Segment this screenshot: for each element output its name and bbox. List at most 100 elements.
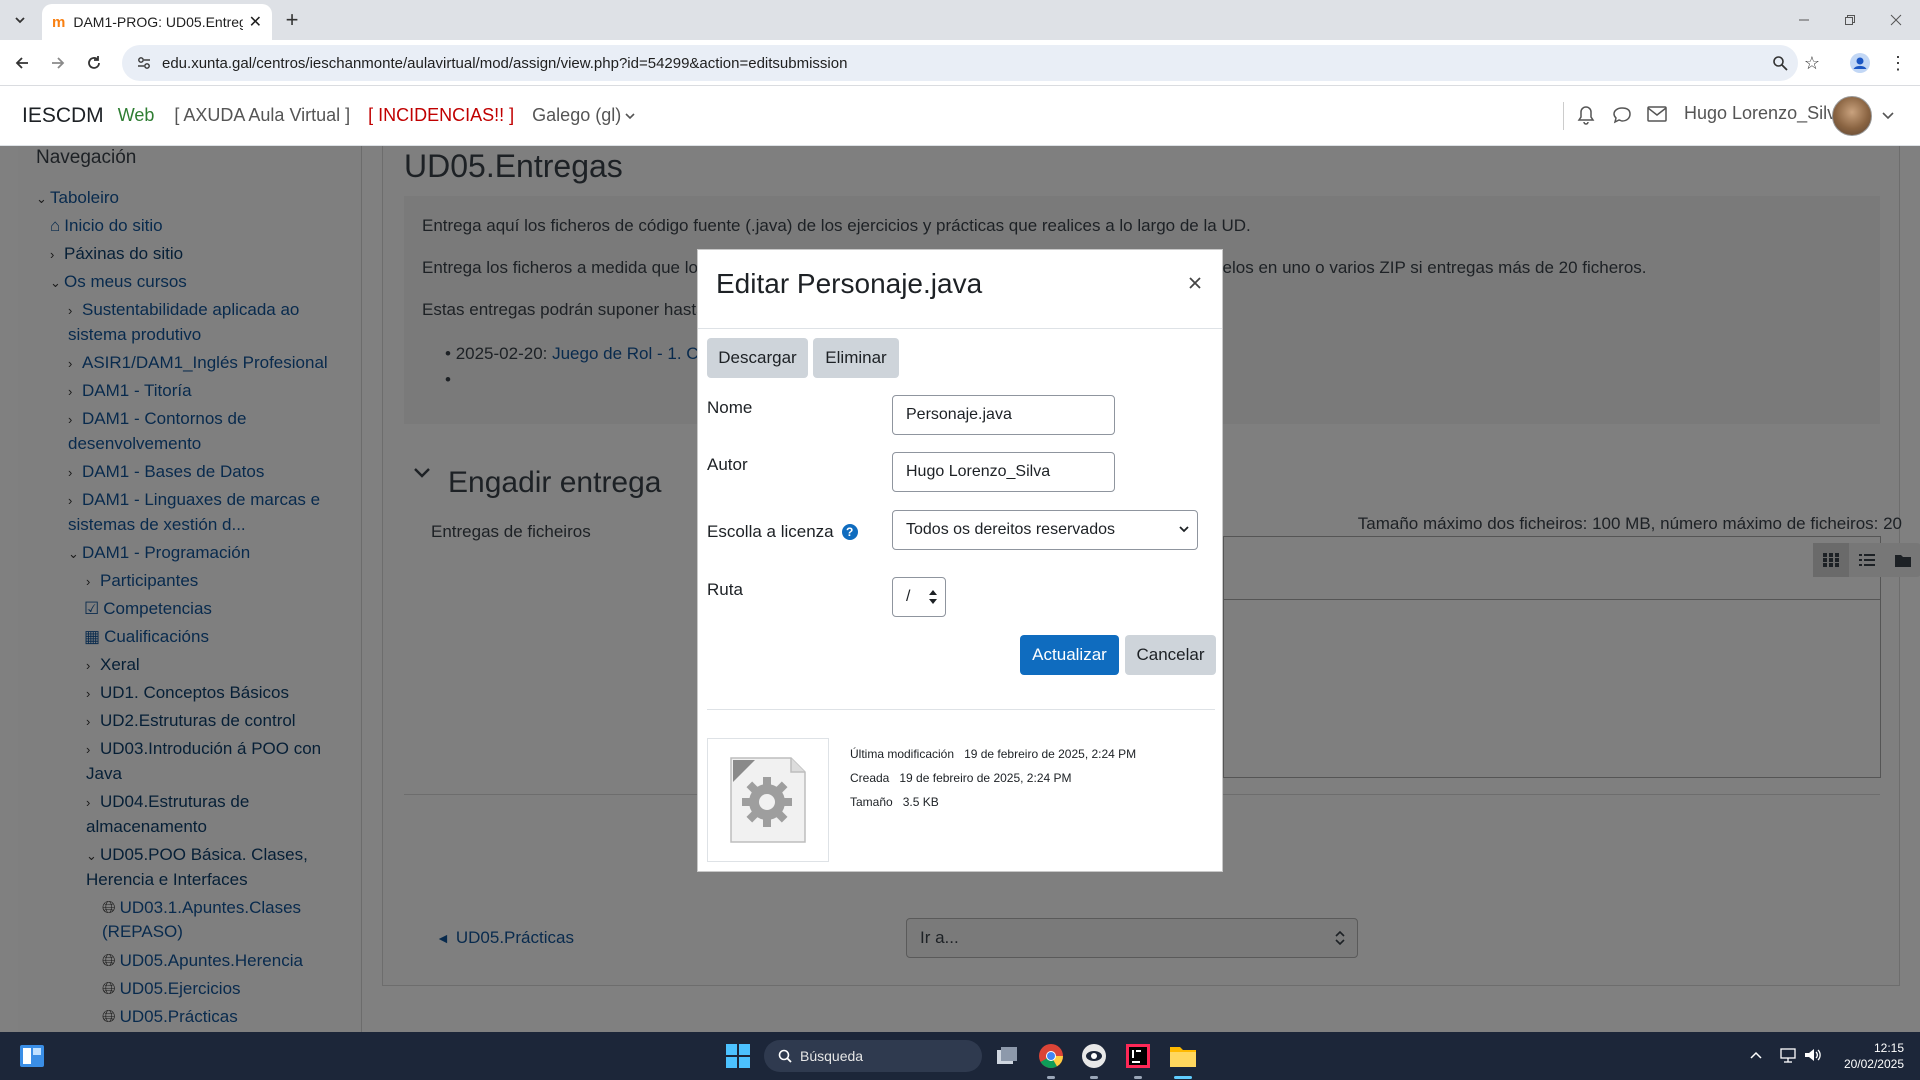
browser-tab[interactable]: m DAM1-PROG: UD05.Entregas - ✕ xyxy=(42,4,272,40)
list-view-icon[interactable] xyxy=(1849,543,1885,577)
close-icon[interactable] xyxy=(1188,276,1202,290)
nav-item-apuntes-herencia[interactable]: 🌐︎ UD05.Apuntes.Herencia xyxy=(102,949,303,973)
update-button[interactable]: Actualizar xyxy=(1020,635,1119,675)
mail-icon[interactable] xyxy=(1647,106,1667,122)
nav-item-practicas[interactable]: 🌐︎ UD05.Prácticas xyxy=(102,1005,238,1029)
profile-icon[interactable] xyxy=(1846,49,1874,77)
chevron-down-icon xyxy=(625,111,635,121)
nav-item-participants[interactable]: › Participantes xyxy=(86,569,198,594)
nav-item-apuntes-clases[interactable]: 🌐︎ UD03.1.Apuntes.Clases (REPASO) xyxy=(102,896,358,944)
nav-item-home[interactable]: ⌂ Inicio do sitio xyxy=(50,214,163,238)
task-view-icon[interactable] xyxy=(995,1044,1019,1068)
tray-chevron-up-icon[interactable] xyxy=(1750,1050,1762,1060)
file-explorer-icon[interactable] xyxy=(1170,1044,1196,1068)
author-field[interactable]: Hugo Lorenzo_Silva xyxy=(892,452,1115,492)
user-name[interactable]: Hugo Lorenzo_Silva xyxy=(1684,103,1846,124)
nav-item-my-courses[interactable]: ⌄ Os meus cursos xyxy=(50,270,187,295)
prev-activity-link[interactable]: ◄ UD05.Prácticas xyxy=(436,928,574,948)
jump-to-value: Ir a... xyxy=(920,928,959,947)
section-collapse-chevron-icon[interactable] xyxy=(413,466,431,480)
minimize-icon[interactable] xyxy=(1790,6,1818,34)
tab-close-icon[interactable]: ✕ xyxy=(249,12,262,32)
bell-icon[interactable] xyxy=(1576,104,1596,126)
dialog-header-divider xyxy=(698,328,1222,329)
nav-item-course-sustentabilidade[interactable]: › Sustentabilidade aplicada ao sistema pro… xyxy=(68,298,358,347)
incidents-link[interactable]: [ INCIDENCIAS!! ] xyxy=(368,105,514,126)
web-link[interactable]: Web xyxy=(118,105,155,126)
site-name[interactable]: IESCDM xyxy=(22,104,104,128)
nav-item-course-ingles[interactable]: › ASIR1/DAM1_Inglés Profesional xyxy=(68,351,328,376)
tab-title: DAM1-PROG: UD05.Entregas - xyxy=(73,14,242,30)
reload-icon[interactable] xyxy=(80,49,108,77)
site-info-icon[interactable] xyxy=(136,55,152,71)
bookmark-star-icon[interactable]: ☆ xyxy=(1798,49,1826,77)
network-icon[interactable] xyxy=(1780,1047,1798,1063)
edit-file-dialog: Editar Personaje.java Descargar Eliminar… xyxy=(697,249,1223,872)
widgets-icon[interactable] xyxy=(20,1045,44,1067)
nav-item-course-programacion[interactable]: ⌄ DAM1 - Programación xyxy=(68,541,250,566)
nav-item-site-pages[interactable]: › Páxinas do sitio xyxy=(50,242,183,267)
globe-icon: 🌐︎ xyxy=(102,898,116,917)
restore-icon[interactable] xyxy=(1836,6,1864,34)
help-icon[interactable]: ? xyxy=(841,524,858,540)
list-item: • xyxy=(445,370,451,389)
nav-item-course-contornos[interactable]: › DAM1 - Contornos de desenvolvemento xyxy=(68,407,358,456)
nav-item-ejercicios[interactable]: 🌐︎ UD05.Ejercicios xyxy=(102,977,241,1001)
new-tab-icon[interactable]: + xyxy=(278,6,306,34)
clock[interactable]: 12:15 20/02/2025 xyxy=(1830,1040,1904,1072)
folder-view-icon[interactable] xyxy=(1885,543,1920,577)
browser-menu-icon[interactable]: ⋮ xyxy=(1884,49,1912,77)
list-link[interactable]: Juego de Rol - 1. C xyxy=(552,344,698,363)
intro-paragraph-2b: rímelos en uno o varios ZIP si entregas … xyxy=(1198,258,1647,277)
windows-start-icon[interactable] xyxy=(726,1044,750,1068)
nav-item-course-bases-datos[interactable]: › DAM1 - Bases de Datos xyxy=(68,460,264,485)
nav-item-label: Java xyxy=(86,764,122,783)
nav-item-xeral[interactable]: › Xeral xyxy=(86,653,140,678)
help-link[interactable]: [ AXUDA Aula Virtual ] xyxy=(174,105,350,126)
nav-item-label: UD1. Conceptos Básicos xyxy=(100,683,289,702)
address-bar[interactable]: edu.xunta.gal/centros/ieschanmonte/aulav… xyxy=(122,45,1798,81)
jump-to-select[interactable]: Ir a... xyxy=(906,918,1358,958)
cancel-button[interactable]: Cancelar xyxy=(1125,635,1216,675)
language-menu[interactable]: Galego (gl) xyxy=(532,105,635,126)
name-field[interactable]: Personaje.java xyxy=(892,395,1115,435)
license-select[interactable]: Todos os dereitos reservados xyxy=(892,510,1198,550)
grid-view-icon[interactable] xyxy=(1813,543,1849,577)
nav-item-dashboard[interactable]: ⌄ Taboleiro xyxy=(36,186,119,211)
user-menu-chevron-icon[interactable] xyxy=(1882,111,1894,121)
nav-item-ud05[interactable]: ⌄ UD05.POO Básica. Clases, Herencia e Inte… xyxy=(86,843,358,892)
delete-button[interactable]: Eliminar xyxy=(813,338,899,378)
nav-item-label: UD03.Introdución á POO con xyxy=(100,739,322,758)
nav-item-course-linguaxes[interactable]: › DAM1 - Linguaxes de marcas e sistemas de… xyxy=(68,488,358,537)
eye-app-icon[interactable] xyxy=(1082,1044,1106,1068)
chrome-icon[interactable] xyxy=(1039,1044,1063,1068)
nav-item-course-titoria[interactable]: › DAM1 - Titoría xyxy=(68,379,192,404)
running-indicator xyxy=(1047,1076,1055,1079)
download-button[interactable]: Descargar xyxy=(707,338,808,378)
nav-item-ud1[interactable]: › UD1. Conceptos Básicos xyxy=(86,681,289,706)
forward-icon[interactable] xyxy=(44,49,72,77)
file-manager xyxy=(1223,536,1920,778)
taskbar-search[interactable]: Búsqueda xyxy=(764,1040,982,1072)
nav-item-ud03[interactable]: › UD03.Introdución á POO con Java xyxy=(86,737,358,786)
nav-item-ud04[interactable]: › UD04.Estruturas de almacenamento xyxy=(86,790,358,839)
nav-item-label: UD05.Apuntes.Herencia xyxy=(119,951,303,970)
window-close-icon[interactable] xyxy=(1882,6,1910,34)
nav-item-label: UD03.1.Apuntes.Clases xyxy=(119,898,302,917)
checkbox-icon: ☑ xyxy=(84,599,100,618)
section-title[interactable]: Engadir entrega xyxy=(448,466,662,500)
avatar[interactable] xyxy=(1832,96,1872,136)
messages-icon[interactable] xyxy=(1611,105,1633,125)
path-select[interactable]: / xyxy=(892,577,946,617)
nav-item-grades[interactable]: ▦ Cualificacións xyxy=(84,625,209,649)
tab-list-chevron-icon[interactable] xyxy=(6,6,34,34)
intellij-icon[interactable] xyxy=(1126,1044,1150,1068)
volume-icon[interactable] xyxy=(1804,1047,1822,1063)
nav-item-ud2[interactable]: › UD2.Estruturas de control xyxy=(86,709,296,734)
size-label: Tamaño xyxy=(850,795,893,809)
back-icon[interactable] xyxy=(8,49,36,77)
url-text: edu.xunta.gal/centros/ieschanmonte/aulav… xyxy=(162,54,848,72)
nav-item-competencias[interactable]: ☑ Competencias xyxy=(84,597,212,621)
nav-item-label: UD2.Estruturas de control xyxy=(100,711,296,730)
zoom-icon[interactable] xyxy=(1766,49,1794,77)
